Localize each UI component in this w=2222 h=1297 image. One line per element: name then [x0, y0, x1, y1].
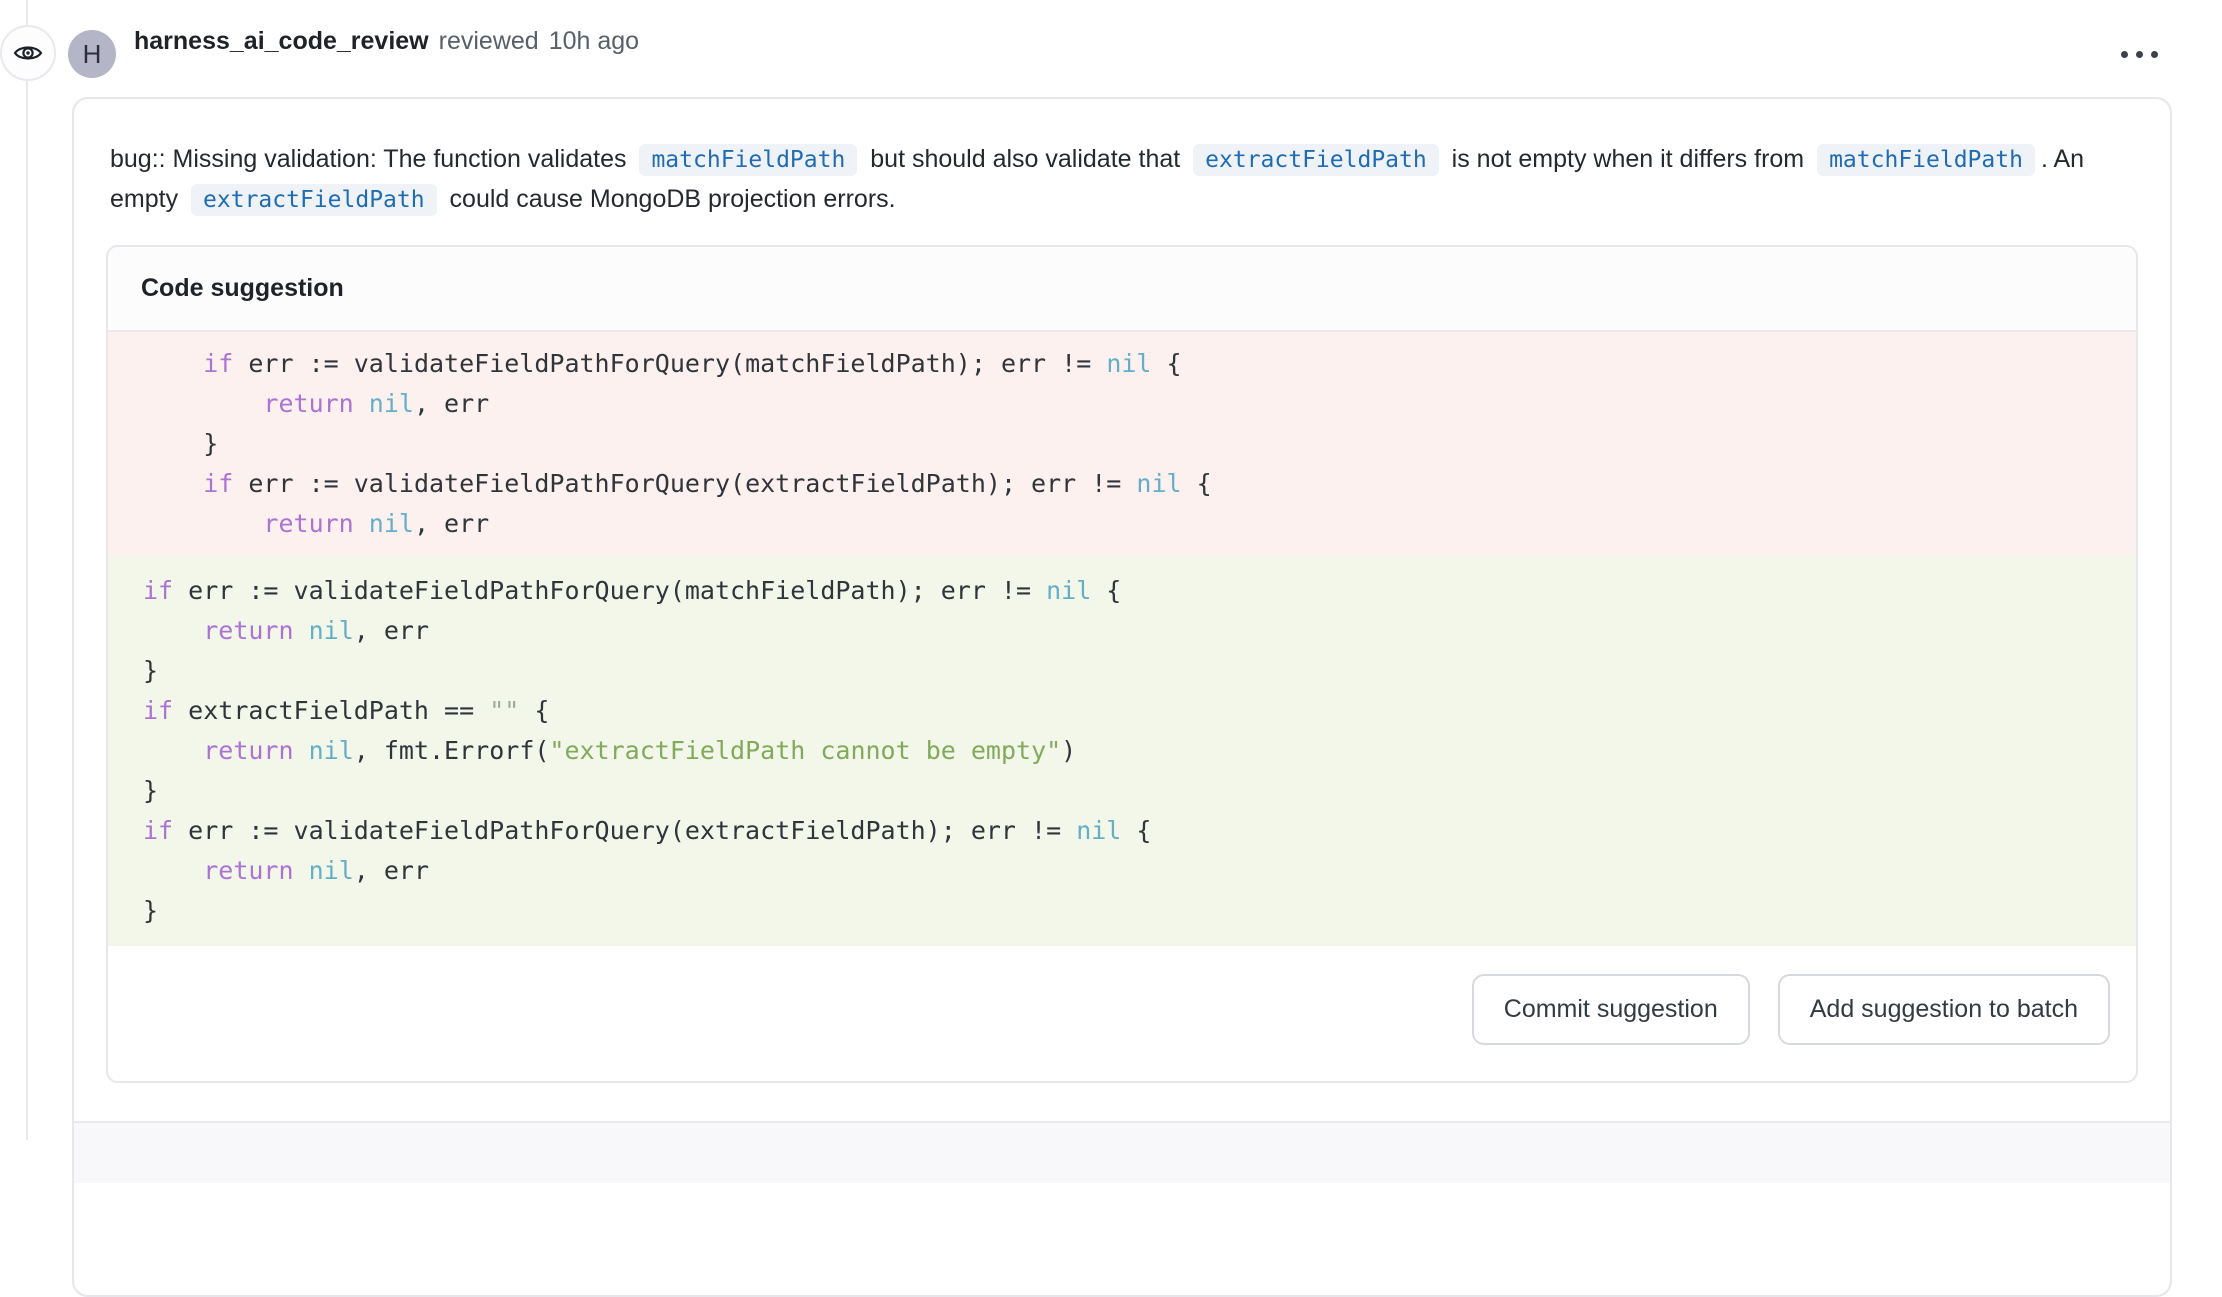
- add-suggestion-to-batch-button[interactable]: Add suggestion to batch: [1778, 974, 2110, 1045]
- comment-text: bug:: Missing validation: The function v…: [74, 99, 2170, 219]
- code-suggestion-box: Code suggestion if err := validateFieldP…: [106, 245, 2138, 1083]
- code-line: return nil, fmt.Errorf("extractFieldPath…: [143, 731, 2116, 771]
- inline-code-chip: extractFieldPath: [191, 184, 437, 216]
- inline-code-chip: matchFieldPath: [639, 144, 857, 176]
- code-line: }: [143, 771, 2116, 811]
- code-line: }: [143, 651, 2116, 691]
- code-line: if extractFieldPath == "" {: [143, 691, 2116, 731]
- suggestion-actions: Commit suggestion Add suggestion to batc…: [108, 946, 2136, 1081]
- code-line: return nil, err: [143, 384, 2116, 424]
- inline-code-chip: matchFieldPath: [1817, 144, 2035, 176]
- commit-suggestion-button[interactable]: Commit suggestion: [1472, 974, 1750, 1045]
- reply-section-stub: [74, 1121, 2170, 1183]
- review-action-label: reviewed: [439, 27, 539, 56]
- code-line: }: [143, 891, 2116, 931]
- eye-icon: [13, 42, 43, 64]
- review-timestamp[interactable]: 10h ago: [549, 27, 639, 56]
- reviewer-username[interactable]: harness_ai_code_review: [134, 27, 429, 56]
- code-line: }: [143, 424, 2116, 464]
- review-eye-badge: [0, 25, 56, 81]
- code-line: return nil, err: [143, 504, 2116, 544]
- code-line: if err := validateFieldPathForQuery(extr…: [143, 811, 2116, 851]
- code-line: if err := validateFieldPathForQuery(matc…: [143, 571, 2116, 611]
- code-suggestion-title: Code suggestion: [108, 247, 2136, 332]
- avatar[interactable]: H: [68, 30, 116, 78]
- timeline-rail: [26, 0, 28, 1140]
- review-header: harness_ai_code_review reviewed 10h ago: [134, 0, 639, 82]
- code-line: if err := validateFieldPathForQuery(extr…: [143, 464, 2116, 504]
- kebab-menu-icon[interactable]: [2121, 26, 2158, 82]
- code-line: return nil, err: [143, 611, 2116, 651]
- code-line: if err := validateFieldPathForQuery(matc…: [143, 344, 2116, 384]
- code-line: return nil, err: [143, 851, 2116, 891]
- diff-added-block: if err := validateFieldPathForQuery(matc…: [108, 556, 2136, 946]
- avatar-letter: H: [83, 39, 102, 70]
- diff-removed-block: if err := validateFieldPathForQuery(matc…: [108, 332, 2136, 556]
- inline-code-chip: extractFieldPath: [1193, 144, 1439, 176]
- review-comment-card: bug:: Missing validation: The function v…: [72, 97, 2172, 1297]
